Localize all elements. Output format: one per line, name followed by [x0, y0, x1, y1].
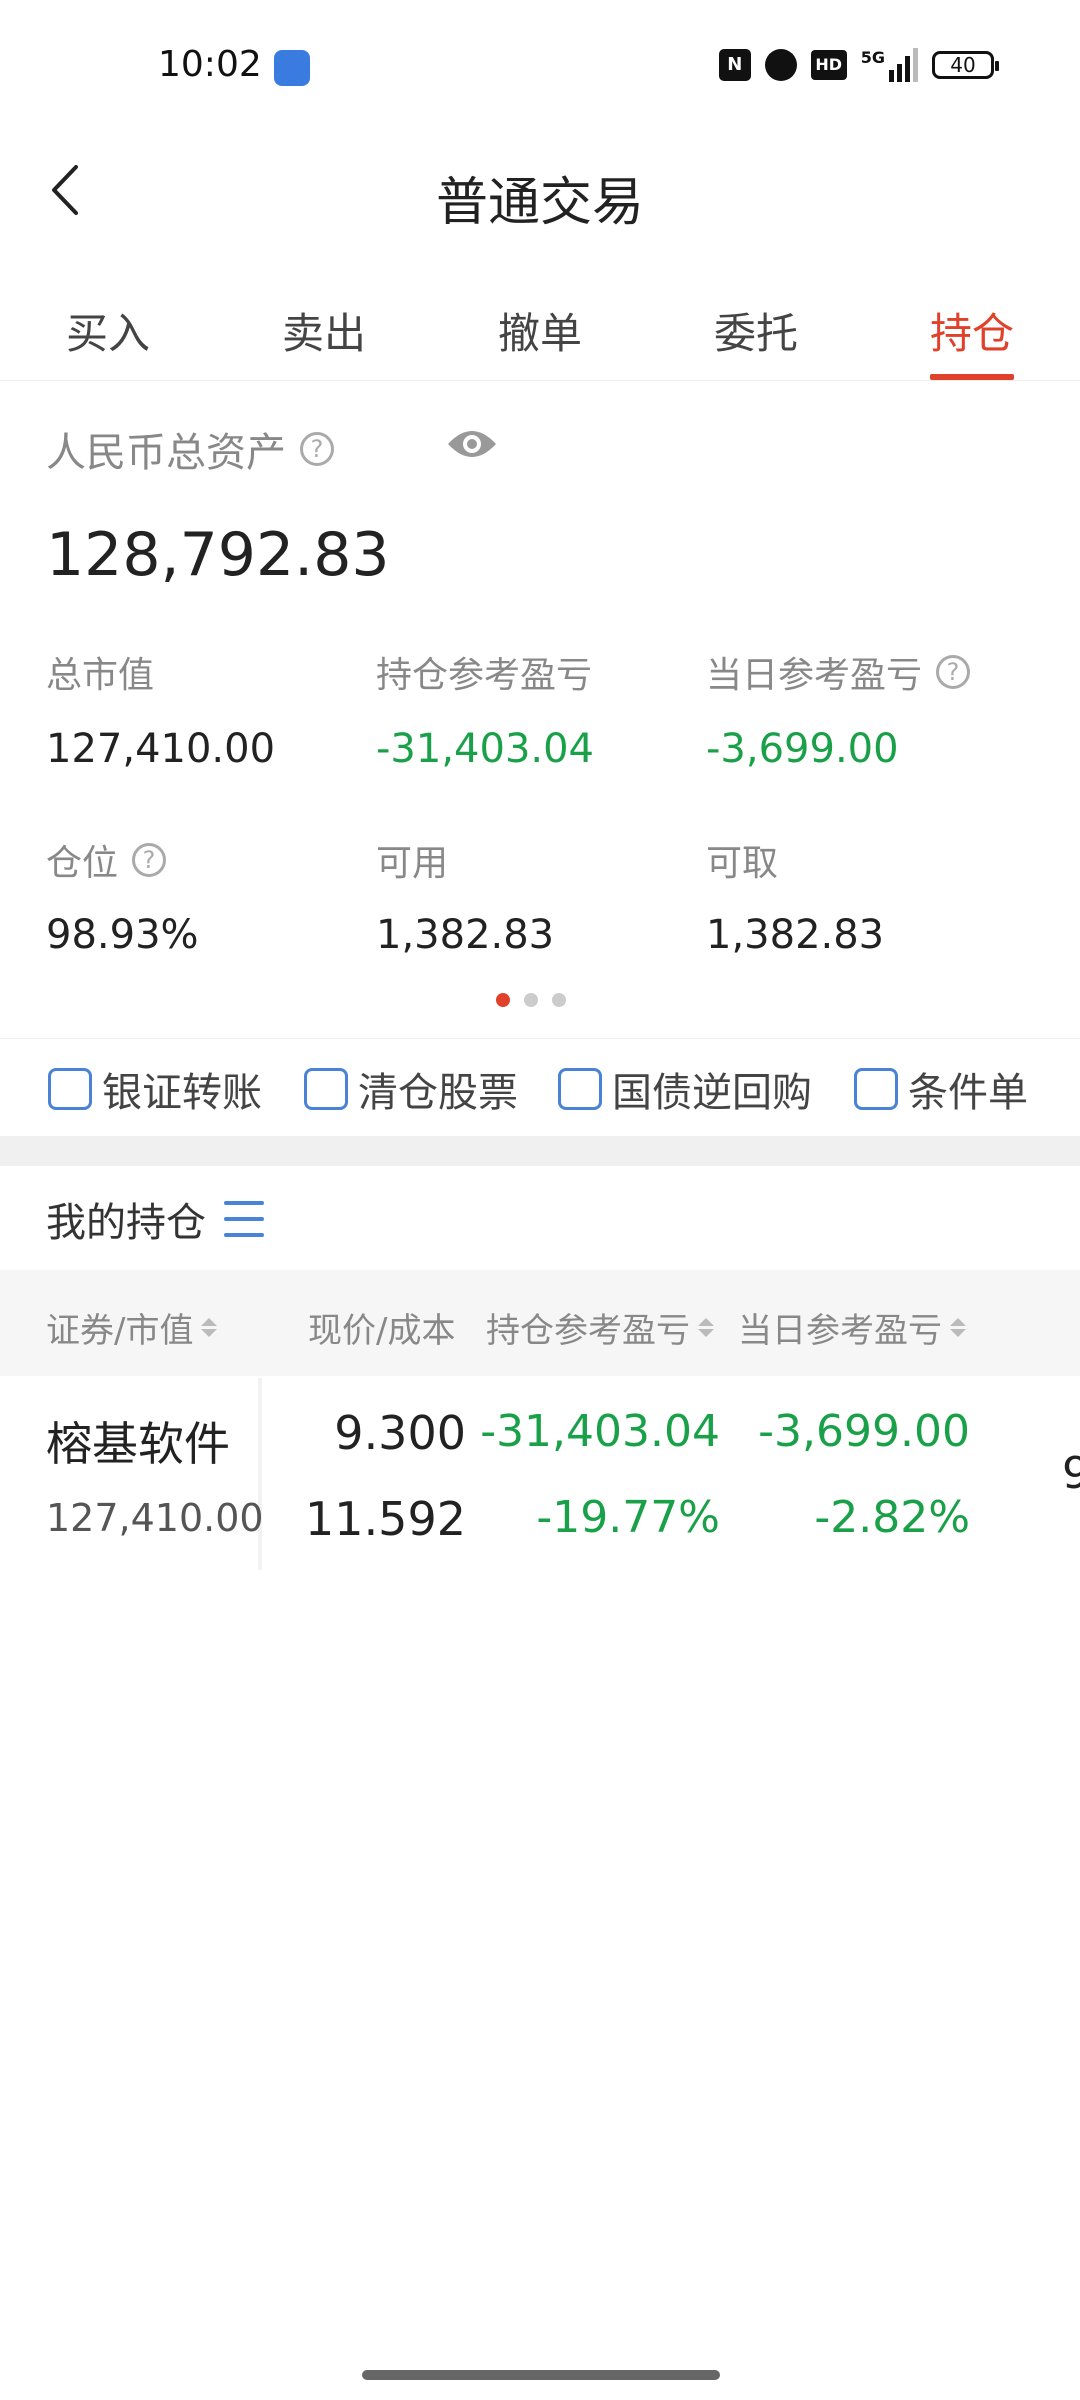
- column-position-pnl[interactable]: 持仓参考盈亏: [486, 1303, 714, 1352]
- column-day-pnl[interactable]: 当日参考盈亏: [738, 1303, 966, 1352]
- home-indicator[interactable]: [362, 2370, 720, 2380]
- day-pnl-label: 当日参考盈亏: [706, 655, 923, 696]
- tab-positions[interactable]: 持仓: [864, 300, 1080, 380]
- stock-market-value: 127,410.00: [46, 1496, 264, 1540]
- repo-icon: [558, 1068, 602, 1110]
- condition-order-icon: [854, 1068, 898, 1110]
- help-icon[interactable]: ?: [936, 655, 971, 689]
- page-title: 普通交易: [435, 173, 644, 233]
- reverse-repo-button[interactable]: 国债逆回购: [558, 1060, 812, 1118]
- position-ratio-label: 仓位: [46, 843, 119, 884]
- clear-stocks-button[interactable]: 清仓股票: [304, 1060, 518, 1118]
- available-value: 1,382.83: [376, 912, 555, 958]
- transfer-icon: [48, 1068, 92, 1110]
- holdings-header: 我的持仓: [46, 1190, 264, 1248]
- total-asset-value: 128,792.83: [46, 520, 390, 590]
- status-icons: N HD 5G 40: [718, 48, 999, 82]
- withdrawable-value: 1,382.83: [706, 912, 885, 958]
- asset-label: 人民币总资产: [46, 430, 286, 476]
- conditional-order-label: 条件单: [908, 1070, 1028, 1116]
- network-type: 5G: [860, 48, 885, 67]
- chart-icon: [304, 1068, 348, 1110]
- section-separator: [0, 1136, 1080, 1166]
- column-price-label: 现价/成本: [308, 1311, 456, 1351]
- stock-position-pnl-pct: -19.77%: [536, 1492, 720, 1543]
- total-market-value: 127,410.00: [46, 726, 276, 772]
- position-pnl-value: -31,403.04: [376, 726, 595, 772]
- stock-position-pnl: -31,403.04: [480, 1406, 720, 1457]
- position-ratio-value: 98.93%: [46, 912, 199, 958]
- eye-icon[interactable]: [446, 424, 498, 468]
- alarm-icon: [764, 49, 797, 81]
- tab-cancel-order[interactable]: 撤单: [432, 300, 648, 380]
- trade-tabs: 买入 卖出 撤单 委托 持仓: [0, 300, 1080, 380]
- conditional-order-button[interactable]: 条件单: [854, 1060, 1028, 1118]
- help-icon[interactable]: ?: [132, 843, 167, 877]
- sort-icon: [698, 1318, 714, 1337]
- bank-transfer-button[interactable]: 银证转账: [48, 1060, 262, 1118]
- battery-icon: 40: [932, 51, 999, 79]
- stock-name: 榕基软件: [46, 1417, 230, 1471]
- stock-cost: 11.592: [305, 1492, 466, 1546]
- day-pnl-value: -3,699.00: [706, 726, 899, 772]
- signal-icon: 5G: [861, 48, 918, 82]
- sort-icon: [201, 1318, 218, 1337]
- app-notification-icon: [274, 50, 310, 86]
- column-position-pnl-label: 持仓参考盈亏: [486, 1311, 690, 1351]
- column-day-pnl-label: 当日参考盈亏: [738, 1311, 942, 1351]
- tab-orders[interactable]: 委托: [648, 300, 864, 380]
- available-label: 可用: [376, 843, 449, 884]
- tabs-divider: [0, 380, 1080, 381]
- page-indicator: [496, 993, 566, 1007]
- position-ratio-label-row: 仓位 ?: [46, 834, 167, 886]
- asset-label-row: 人民币总资产 ?: [46, 420, 334, 478]
- bank-transfer-label: 银证转账: [102, 1070, 262, 1116]
- nfc-icon: N: [718, 49, 751, 81]
- page-dot: [496, 993, 510, 1007]
- reverse-repo-label: 国债逆回购: [612, 1070, 812, 1116]
- clear-stocks-label: 清仓股票: [358, 1070, 518, 1116]
- sort-icon: [950, 1318, 966, 1337]
- column-security[interactable]: 证券/市值: [46, 1303, 218, 1352]
- column-security-label: 证券/市值: [46, 1311, 194, 1351]
- stock-day-pnl-pct: -2.82%: [814, 1492, 970, 1543]
- page-dot: [552, 993, 566, 1007]
- tab-buy[interactable]: 买入: [0, 300, 216, 380]
- withdrawable-label: 可取: [706, 843, 779, 884]
- help-icon[interactable]: ?: [300, 432, 334, 466]
- page-dot: [524, 993, 538, 1007]
- holdings-title: 我的持仓: [46, 1200, 206, 1246]
- total-market-value-label: 总市值: [46, 655, 155, 696]
- divider: [0, 1038, 1080, 1039]
- hd-icon: HD: [810, 50, 847, 80]
- column-divider: [258, 1378, 262, 1570]
- column-price: 现价/成本: [308, 1303, 455, 1352]
- stock-day-pnl: -3,699.00: [758, 1406, 970, 1457]
- day-pnl-label-row: 当日参考盈亏 ?: [706, 646, 971, 698]
- stock-price: 9.300: [334, 1406, 466, 1460]
- status-time: 10:02: [158, 44, 262, 85]
- overflow-column-value: 9: [1062, 1448, 1080, 1499]
- list-icon[interactable]: [224, 1201, 264, 1237]
- position-pnl-label: 持仓参考盈亏: [376, 655, 593, 696]
- tab-sell[interactable]: 卖出: [216, 300, 432, 380]
